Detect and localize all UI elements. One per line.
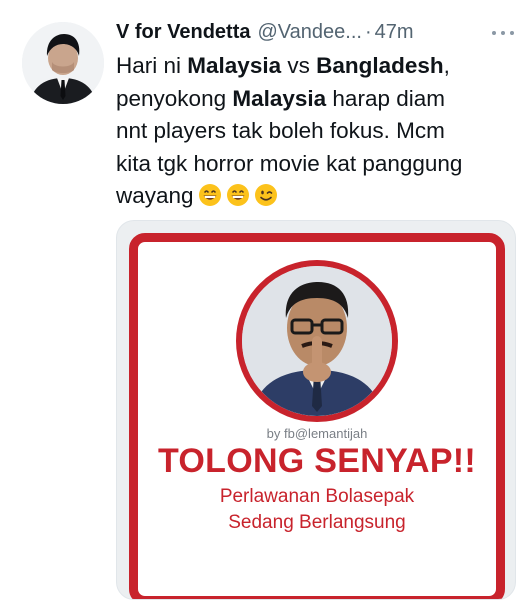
more-dot-1 <box>492 31 496 35</box>
text-span: harap diam <box>326 85 445 111</box>
tweet-line-2: penyokong Malaysia harap diam <box>116 83 516 116</box>
tweet-image[interactable]: by fb@lemantijah TOLONG SENYAP!! Perlawa… <box>116 220 516 600</box>
more-dot-2 <box>501 31 505 35</box>
text-span: vs <box>281 53 317 78</box>
poster-subline-1: Perlawanan Bolasepak <box>219 486 415 507</box>
poster-subline-2: Sedang Berlangsung <box>228 512 406 533</box>
bold-malaysia: Malaysia <box>232 85 327 111</box>
separator-dot: · <box>364 21 372 43</box>
winking-face-emoji <box>254 183 278 207</box>
text-span: wayang <box>116 183 194 208</box>
grinning-face-emoji <box>226 183 250 207</box>
text-span: penyokong <box>116 85 233 111</box>
avatar-photo <box>22 22 104 104</box>
tweet-header: V for Vendetta @Vandee... · 47m <box>116 21 516 47</box>
text-span: , <box>443 53 450 78</box>
portrait-photo <box>236 260 398 422</box>
more-options-icon[interactable] <box>492 28 514 38</box>
poster-frame: by fb@lemantijah TOLONG SENYAP!! Perlawa… <box>129 233 505 599</box>
more-dot-3 <box>510 31 514 35</box>
tweet-line-4: kita tgk horror movie kat panggung <box>116 150 463 176</box>
avatar[interactable] <box>22 22 104 104</box>
tweet-text: Hari ni Malaysia vs Bangladesh, penyokon… <box>116 50 516 213</box>
text-span: Hari ni <box>116 53 188 78</box>
tweet-line-5: wayang <box>116 180 516 213</box>
poster-headline: TOLONG SENYAP!! <box>157 442 477 480</box>
tweet-line-3: nnt players tak boleh fokus. Mcm <box>116 118 445 143</box>
image-credit: by fb@lemantijah <box>266 426 368 441</box>
author-handle[interactable]: @Vandee... <box>257 21 361 44</box>
author-name[interactable]: V for Vendetta <box>116 21 250 44</box>
bold-bangladesh: Bangladesh <box>316 53 444 78</box>
tweet-timestamp[interactable]: 47m <box>375 21 414 44</box>
grinning-face-emoji <box>198 183 222 207</box>
tweet-line-1: Hari ni Malaysia vs Bangladesh, <box>116 50 516 83</box>
bold-malaysia: Malaysia <box>187 53 282 78</box>
